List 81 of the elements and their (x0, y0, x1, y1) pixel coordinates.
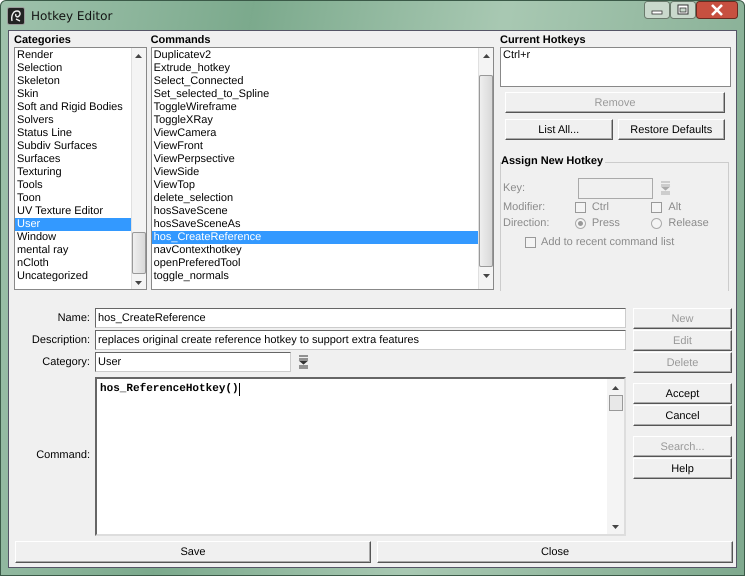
command-text: hos_ReferenceHotkey() (99, 382, 239, 395)
category-item[interactable]: UV Texture Editor (15, 205, 131, 218)
category-item[interactable]: Surfaces (15, 153, 131, 166)
side-button[interactable]: Help (633, 458, 732, 479)
category-field[interactable]: User (95, 352, 291, 372)
category-item[interactable]: Toon (15, 192, 131, 205)
scrollbar[interactable] (607, 379, 624, 534)
command-item[interactable]: navContexthotkey (152, 244, 478, 257)
radio-label: Release (668, 217, 709, 229)
commands-label: Commands (150, 34, 212, 47)
scrollbar[interactable] (130, 48, 146, 289)
category-item[interactable]: Skin (15, 88, 131, 101)
assign-title: Assign New Hotkey (501, 155, 606, 167)
command-item[interactable]: Extrude_hotkey (152, 62, 478, 75)
scroll-down-icon[interactable] (482, 273, 490, 279)
command-item[interactable]: ViewFront (152, 140, 478, 153)
modifier-label: Modifier: (503, 201, 546, 213)
command-item[interactable]: ViewPerpsective (152, 153, 478, 166)
checkbox-label: Ctrl (592, 201, 609, 213)
command-item[interactable]: hosSaveScene (152, 205, 478, 218)
scroll-thumb[interactable] (608, 395, 622, 411)
scroll-up-icon[interactable] (134, 53, 144, 59)
hotkey-button[interactable]: List All... (505, 119, 612, 140)
key-label: Key: (503, 182, 526, 194)
command-item[interactable]: hosSaveSceneAs (152, 218, 478, 231)
command-item[interactable]: ViewSide (152, 166, 478, 179)
command-item[interactable]: Select_Connected (152, 75, 478, 88)
command-item[interactable]: openPreferedTool (152, 257, 478, 270)
category-item[interactable]: Texturing (15, 166, 131, 179)
scroll-down-icon[interactable] (611, 524, 620, 530)
hotkey-button[interactable]: Restore Defaults (618, 119, 725, 140)
command-item[interactable]: toggle_normals (152, 270, 478, 283)
window-title: Hotkey Editor (31, 8, 112, 22)
minimize-icon[interactable] (644, 1, 670, 19)
category-item[interactable]: Tools (15, 179, 131, 192)
description-field[interactable]: replaces original create reference hotkey to support extra features (95, 330, 626, 350)
hotkey-item[interactable]: Ctrl+r (503, 49, 728, 61)
category-item[interactable]: Render (15, 49, 131, 62)
command-item[interactable]: Duplicatev2 (152, 49, 478, 62)
category-item[interactable]: Soft and Rigid Bodies (15, 101, 131, 114)
command-item[interactable]: ToggleXRay (152, 114, 478, 127)
current-hotkeys-label: Current Hotkeys (500, 34, 587, 47)
command-item[interactable]: delete_selection (152, 192, 478, 205)
scroll-down-icon[interactable] (134, 280, 144, 286)
category-item[interactable]: nCloth (15, 257, 131, 270)
scroll-thumb[interactable] (479, 75, 493, 267)
radio-label: Press (592, 217, 620, 229)
direction-label: Direction: (503, 217, 550, 229)
categories-label: Categories (14, 34, 72, 47)
command-item[interactable]: ToggleWireframe (152, 101, 478, 114)
category-item[interactable]: Selection (15, 62, 131, 75)
name-label: Name: (56, 312, 90, 324)
category-label: Category: (41, 356, 90, 368)
command-item[interactable]: ViewCamera (152, 127, 478, 140)
app-icon (7, 6, 25, 24)
description-label: Description: (30, 334, 90, 346)
name-field[interactable]: hos_CreateReference (95, 308, 626, 328)
command-item[interactable]: ViewTop (152, 179, 478, 192)
maximize-icon[interactable] (670, 1, 696, 19)
scrollbar[interactable] (478, 48, 493, 289)
footer-button[interactable]: Save (15, 541, 371, 563)
category-item[interactable]: Window (15, 231, 131, 244)
category-item[interactable]: Subdiv Surfaces (15, 140, 131, 153)
checkbox-label: Alt (668, 201, 682, 213)
category-item[interactable]: Skeleton (15, 75, 131, 88)
close-icon[interactable] (696, 1, 738, 19)
category-item[interactable]: Solvers (15, 114, 131, 127)
dropdown-icon[interactable] (298, 355, 309, 369)
side-button[interactable]: Cancel (633, 405, 732, 426)
side-button[interactable]: Accept (633, 383, 732, 404)
command-item[interactable]: Set_selected_to_Spline (152, 88, 478, 101)
scroll-up-icon[interactable] (482, 53, 490, 59)
category-item[interactable]: mental ray (15, 244, 131, 257)
footer-button[interactable]: Close (377, 541, 733, 563)
command-editor[interactable]: hos_ReferenceHotkey() (95, 377, 626, 536)
checkbox-label: Add to recent command list (541, 236, 674, 248)
category-item[interactable]: Status Line (15, 127, 131, 140)
category-item[interactable]: Uncategorized (15, 270, 131, 283)
command-label: Command: (35, 449, 90, 461)
scroll-up-icon[interactable] (611, 385, 620, 391)
scroll-thumb[interactable] (132, 232, 146, 274)
